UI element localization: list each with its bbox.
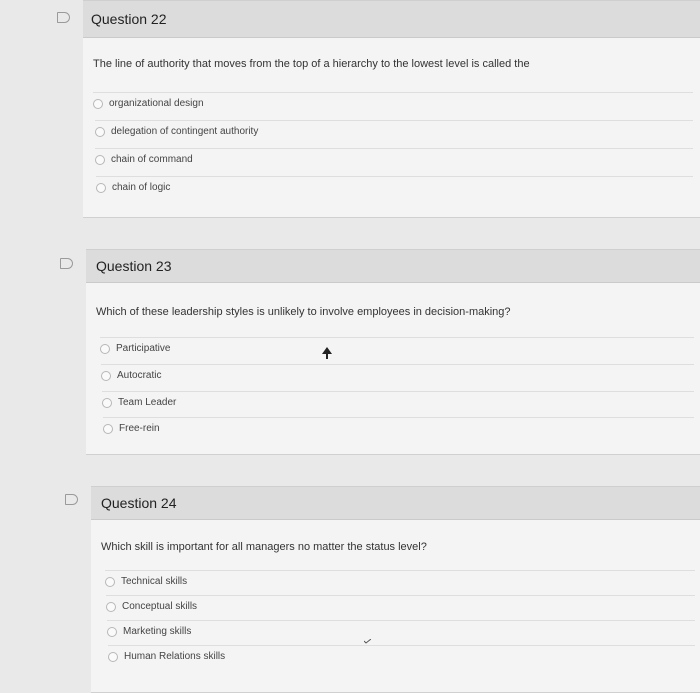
answer-option[interactable]: Team Leader [102,391,694,413]
question-title: Question 24 [101,495,177,511]
question-title: Question 22 [91,11,167,27]
flag-icon[interactable] [65,494,78,505]
answer-option[interactable]: Human Relations skills [108,645,695,667]
answer-option[interactable]: Technical skills [105,570,695,592]
question-title: Question 23 [96,258,172,274]
question-prompt: The line of authority that moves from th… [93,58,530,70]
question-23-header: Question 23 [86,249,700,283]
answer-option[interactable]: delegation of contingent authority [95,120,693,142]
option-label: chain of command [111,154,193,165]
radio-button[interactable] [95,126,105,137]
answer-option[interactable]: Autocratic [101,364,694,386]
answer-option[interactable]: Conceptual skills [106,595,695,617]
option-label: Team Leader [118,397,177,408]
question-23-body: Which of these leadership styles is unli… [86,283,700,455]
check-mark-icon [364,639,371,644]
flag-icon[interactable] [57,12,70,23]
radio-button[interactable] [95,154,105,165]
mouse-pointer-icon [322,347,332,359]
option-label: delegation of contingent authority [111,126,259,137]
option-label: Free-rein [119,423,160,434]
option-label: Technical skills [121,576,188,587]
radio-button[interactable] [93,98,103,109]
option-label: Conceptual skills [122,601,198,612]
radio-button[interactable] [106,601,116,612]
option-label: Marketing skills [123,626,192,637]
flag-icon[interactable] [60,258,73,269]
question-24-body: Which skill is important for all manager… [91,520,700,693]
answer-option[interactable]: Participative [100,337,694,359]
answer-option[interactable]: Marketing skills [107,620,695,642]
answer-option[interactable]: organizational design [93,92,693,114]
question-22-body: The line of authority that moves from th… [83,38,700,218]
radio-button[interactable] [96,182,106,193]
option-label: organizational design [109,98,204,109]
question-22-header: Question 22 [83,0,700,38]
question-prompt: Which of these leadership styles is unli… [96,306,511,318]
option-label: Autocratic [117,370,162,381]
radio-button[interactable] [100,343,110,354]
option-label: Participative [116,343,171,354]
radio-button[interactable] [107,626,117,637]
radio-button[interactable] [101,370,111,381]
answer-option[interactable]: chain of command [95,148,693,170]
radio-button[interactable] [102,397,112,408]
radio-button[interactable] [105,576,115,587]
option-label: Human Relations skills [124,651,226,662]
question-prompt: Which skill is important for all manager… [101,541,427,553]
question-24-header: Question 24 [91,486,700,520]
option-label: chain of logic [112,182,171,193]
answer-option[interactable]: chain of logic [96,176,693,198]
radio-button[interactable] [108,651,118,662]
answer-option[interactable]: Free-rein [103,417,694,439]
radio-button[interactable] [103,423,113,434]
